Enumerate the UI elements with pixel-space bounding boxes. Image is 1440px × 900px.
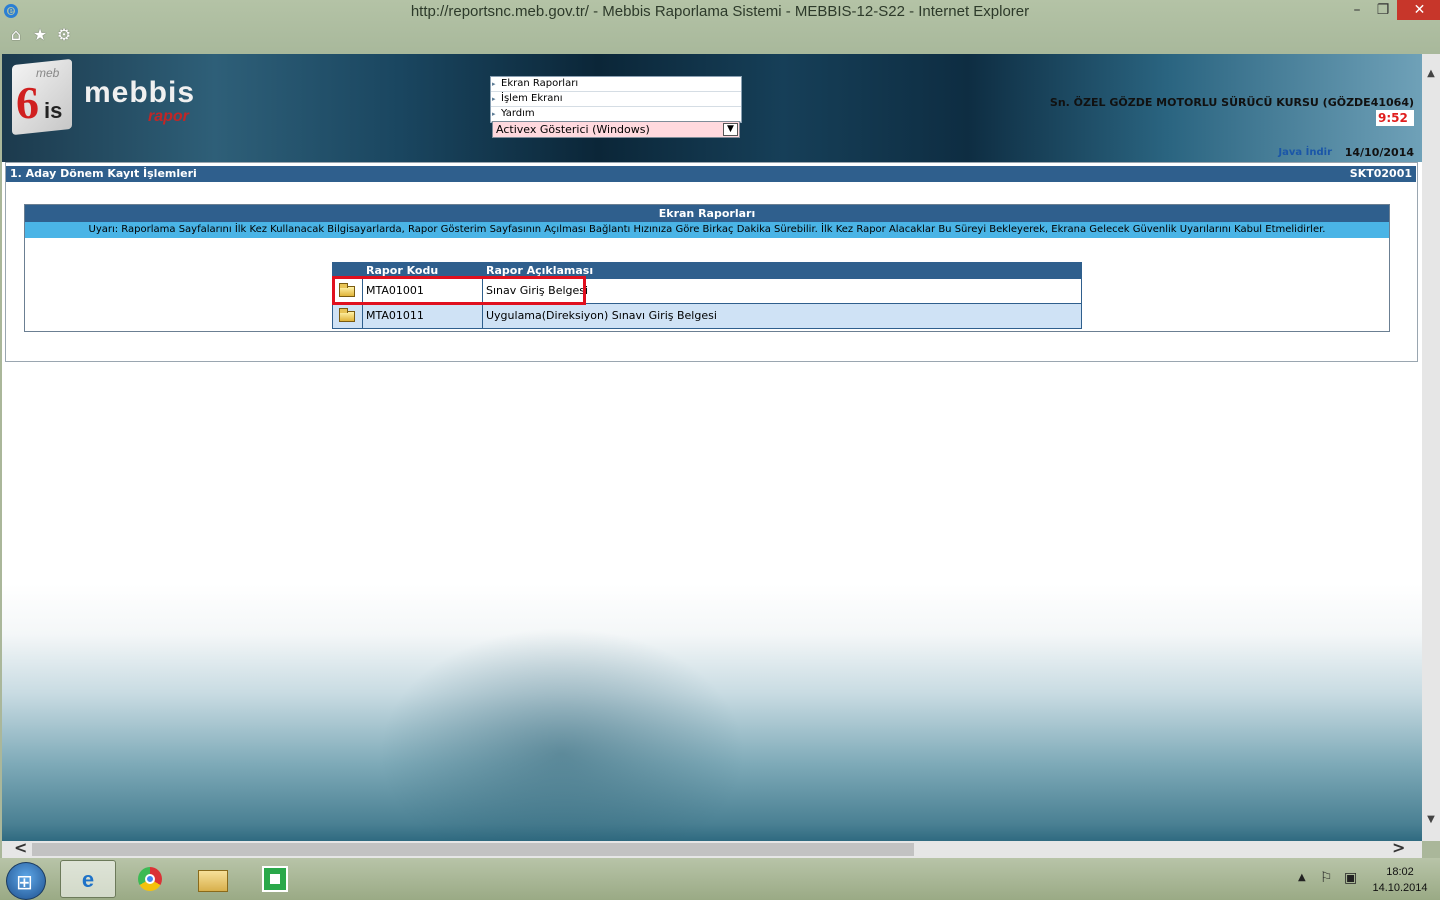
browser-titlebar: e http://reportsnc.meb.gov.tr/ - Mebbis … — [0, 0, 1440, 54]
scroll-thumb[interactable] — [32, 843, 914, 856]
taskbar-store[interactable] — [246, 860, 302, 898]
gear-icon[interactable]: ⚙ — [56, 27, 72, 43]
java-download-link[interactable]: Java İndir — [1278, 147, 1332, 158]
start-button[interactable]: ⊞ — [6, 862, 46, 900]
minimize-button[interactable]: – — [1344, 0, 1370, 20]
star-icon[interactable]: ★ — [32, 27, 48, 43]
home-icon[interactable]: ⌂ — [8, 27, 24, 43]
window-title: http://reportsnc.meb.gov.tr/ - Mebbis Ra… — [410, 3, 1030, 20]
report-table: Rapor Kodu Rapor Açıklaması MTA01001 Sın… — [332, 262, 1082, 329]
maximize-button[interactable]: ❐ — [1370, 0, 1396, 20]
logo-rapor-text: rapor — [148, 108, 189, 125]
section-header: 1. Aday Dönem Kayıt İşlemleri SKT02001 — [6, 166, 1416, 182]
open-report-cell[interactable] — [333, 279, 363, 303]
scroll-left-icon[interactable]: < — [14, 838, 27, 857]
logo-six: 6 — [16, 77, 39, 128]
current-date: 14/10/2014 — [1344, 146, 1414, 159]
logo-meb-text: meb — [36, 66, 60, 80]
open-folder-icon[interactable] — [339, 308, 355, 322]
page-content: 6 meb is mebbis rapor Ekran Raporları İş… — [2, 54, 1422, 841]
horizontal-scrollbar[interactable]: < > — [2, 838, 1422, 858]
report-code[interactable]: MTA01001 — [363, 279, 483, 303]
logo-mebbis-text: mebbis — [84, 76, 196, 109]
panel-title: Ekran Raporları — [25, 205, 1389, 222]
table-header-row: Rapor Kodu Rapor Açıklaması — [333, 263, 1081, 279]
taskbar-file-explorer[interactable] — [184, 860, 240, 898]
scroll-up-icon[interactable]: ▲ — [1422, 68, 1440, 79]
table-row[interactable]: MTA01011 Uygulama(Direksiyon) Sınavı Gir… — [333, 304, 1081, 328]
network-icon[interactable]: ▣ — [1344, 870, 1357, 886]
main-menu: Ekran Raporları İşlem Ekranı Yardım — [490, 76, 742, 123]
menu-item-ekran-raporlari[interactable]: Ekran Raporları — [491, 77, 741, 92]
report-description[interactable]: Sınav Giriş Belgesi — [483, 279, 1081, 303]
viewer-select-value: Activex Gösterici (Windows) — [496, 123, 650, 136]
folder-icon — [198, 870, 228, 892]
close-button[interactable]: ✕ — [1397, 0, 1440, 20]
warning-text: Uyarı: Raporlama Sayfalarını İlk Kez Kul… — [25, 222, 1389, 238]
store-icon — [262, 866, 288, 892]
scroll-right-icon[interactable]: > — [1392, 838, 1405, 857]
taskbar: ⊞ e ▲ ⚐ ▣ 18:02 14.10.2014 — [0, 858, 1440, 900]
open-report-cell[interactable] — [333, 304, 363, 328]
header-banner: 6 meb is mebbis rapor Ekran Raporları İş… — [2, 54, 1422, 162]
user-name: Sn. ÖZEL GÖZDE MOTORLU SÜRÜCÜ KURSU (GÖZ… — [1049, 96, 1414, 109]
scroll-down-icon[interactable]: ▼ — [1422, 814, 1440, 825]
internet-explorer-icon: e — [81, 867, 95, 892]
open-folder-icon[interactable] — [339, 283, 355, 297]
report-description[interactable]: Uygulama(Direksiyon) Sınavı Giriş Belges… — [483, 304, 1081, 328]
table-header-icon-col — [333, 263, 363, 279]
windows-logo-icon: ⊞ — [16, 870, 33, 894]
session-clock: 9:52 — [1376, 110, 1414, 126]
section-code: SKT02001 — [1349, 167, 1412, 180]
logo-is-text: is — [44, 98, 63, 123]
section-title: 1. Aday Dönem Kayıt İşlemleri — [10, 167, 197, 180]
table-header-description: Rapor Açıklaması — [486, 264, 594, 277]
table-row[interactable]: MTA01001 Sınav Giriş Belgesi — [333, 279, 1081, 304]
report-code[interactable]: MTA01011 — [363, 304, 483, 328]
vertical-scrollbar[interactable]: ▲ ▼ — [1422, 54, 1440, 841]
clock-date[interactable]: 14.10.2014 — [1368, 882, 1432, 894]
show-hidden-icons[interactable]: ▲ — [1298, 872, 1306, 883]
clock-time[interactable]: 18:02 — [1368, 866, 1432, 878]
viewer-select[interactable]: Activex Gösterici (Windows) ▼ — [492, 121, 740, 138]
taskbar-internet-explorer[interactable]: e — [60, 860, 116, 898]
taskbar-chrome[interactable] — [122, 860, 178, 898]
chevron-down-icon[interactable]: ▼ — [723, 123, 738, 136]
table-header-code: Rapor Kodu — [363, 263, 483, 279]
menu-item-islem-ekrani[interactable]: İşlem Ekranı — [491, 92, 741, 107]
chrome-icon — [138, 867, 162, 891]
menu-item-yardim[interactable]: Yardım — [491, 107, 741, 122]
action-center-flag-icon[interactable]: ⚐ — [1320, 870, 1333, 886]
